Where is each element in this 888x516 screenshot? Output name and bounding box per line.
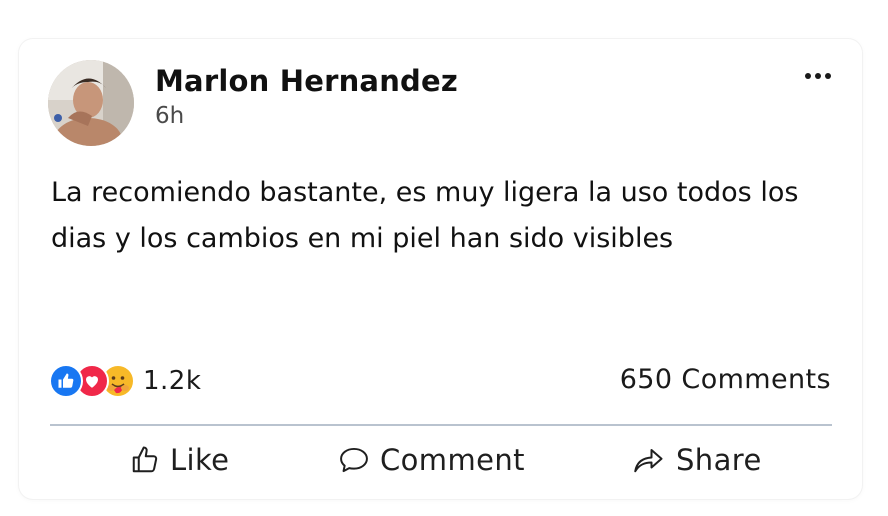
more-options-button[interactable] — [800, 64, 836, 88]
comment-label: Comment — [380, 443, 525, 477]
reactions-summary[interactable]: 1.2k — [49, 363, 201, 399]
post-timestamp[interactable]: 6h — [155, 103, 184, 129]
more-dot-icon — [825, 73, 831, 79]
avatar[interactable] — [48, 60, 134, 146]
more-dot-icon — [805, 73, 811, 79]
thumbs-up-icon — [132, 446, 158, 473]
post-text: La recomiendo bastante, es muy ligera la… — [51, 177, 799, 254]
more-dot-icon — [815, 73, 821, 79]
avatar-photo — [48, 60, 134, 146]
comments-count-link[interactable]: 650 Comments — [620, 364, 831, 395]
reaction-count: 1.2k — [143, 366, 202, 396]
author-name[interactable]: Marlon Hernandez — [155, 64, 458, 98]
comment-bubble-icon — [340, 447, 368, 473]
share-button[interactable]: Share — [632, 440, 762, 480]
post-card — [19, 39, 862, 499]
divider — [50, 424, 832, 426]
share-label: Share — [676, 443, 762, 477]
like-button[interactable]: Like — [130, 440, 229, 480]
like-label: Like — [170, 443, 230, 477]
share-arrow-icon — [634, 449, 663, 473]
comment-button[interactable]: Comment — [338, 440, 525, 480]
like-reaction-icon — [49, 364, 83, 398]
